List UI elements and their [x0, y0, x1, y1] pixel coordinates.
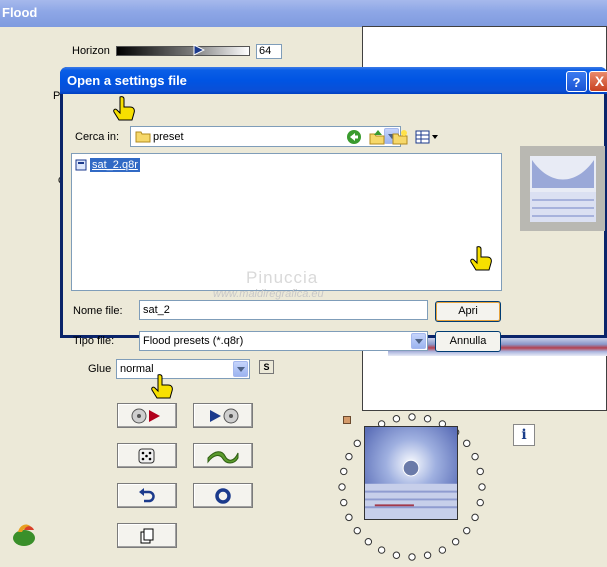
dialog-body: Cerca in: preset sat_2.q8r Nome file: sa… [63, 94, 605, 352]
dial-dot[interactable] [463, 439, 471, 448]
watermark-name: Pinuccia [246, 268, 319, 287]
horizon-value-field[interactable]: 64 [256, 44, 282, 59]
dial-dot[interactable] [476, 467, 484, 476]
folder-icon [135, 131, 151, 143]
dial-dot[interactable] [438, 546, 447, 554]
dialog-title-bar[interactable]: Open a settings file ? X [60, 67, 607, 94]
copy-button[interactable] [117, 523, 177, 548]
preset-preview-image [364, 426, 458, 520]
view-grid-icon [415, 130, 438, 144]
dial-dot[interactable] [423, 415, 432, 423]
chevron-down-icon[interactable] [233, 361, 248, 377]
copy-icon [140, 528, 154, 543]
info-button[interactable]: i [513, 424, 535, 446]
glue-select[interactable]: normal [116, 359, 250, 379]
up-folder-button[interactable] [368, 128, 386, 146]
hand-pointer-icon [151, 374, 173, 399]
dial-dot[interactable] [392, 415, 401, 423]
open-button[interactable]: Apri [435, 301, 501, 322]
dial-dot[interactable] [340, 467, 348, 476]
wave-icon [207, 450, 239, 463]
file-name-label: Nome file: [73, 305, 123, 317]
app-title: Flood [2, 5, 38, 20]
dial-dot[interactable] [345, 513, 353, 522]
up-folder-icon [369, 130, 385, 145]
dial-dot[interactable] [451, 538, 460, 546]
horizon-slider-thumb[interactable] [193, 44, 205, 56]
back-button[interactable] [345, 128, 363, 146]
new-folder-icon [392, 130, 408, 145]
back-arrow-icon [347, 130, 361, 144]
save-preset-button[interactable] [193, 403, 253, 428]
dial-dot[interactable] [478, 483, 486, 491]
dial-dot[interactable] [408, 413, 416, 421]
file-thumbnail [520, 146, 605, 231]
look-in-value: preset [153, 131, 184, 143]
cancel-button[interactable]: Annulla [435, 331, 501, 352]
dial-dot[interactable] [463, 526, 471, 535]
dial-dot[interactable] [364, 538, 373, 546]
load-preset-icon [131, 408, 160, 423]
file-icon [75, 159, 87, 170]
dial-handle[interactable] [343, 416, 351, 424]
hand-pointer-icon [113, 96, 135, 121]
app-title-bar [0, 0, 607, 27]
undo-icon [139, 487, 155, 502]
load-preset-button[interactable] [117, 403, 177, 428]
dial-dot[interactable] [476, 498, 484, 507]
new-folder-button[interactable] [391, 128, 409, 146]
look-in-label: Cerca in: [75, 131, 120, 143]
dial-dot[interactable] [353, 526, 361, 535]
close-button[interactable]: X [589, 71, 607, 92]
file-type-label: Tipo file: [73, 335, 115, 347]
random-button[interactable] [117, 443, 177, 468]
dial-dot[interactable] [345, 452, 353, 461]
ring-icon [215, 487, 231, 504]
dialog-title: Open a settings file [67, 73, 187, 88]
reset-button[interactable] [117, 483, 177, 508]
open-settings-dialog: Open a settings file ? X Cerca in: prese… [60, 67, 607, 352]
dial-dot[interactable] [408, 553, 416, 561]
view-menu-button[interactable] [415, 128, 439, 146]
wave-button[interactable] [193, 443, 253, 468]
file-name-input[interactable]: sat_2 [139, 300, 428, 320]
dial-dot[interactable] [338, 483, 346, 491]
hand-pointer-icon [470, 246, 492, 271]
dial-dot[interactable] [423, 551, 432, 559]
dial-dot[interactable] [377, 546, 386, 554]
watermark-url: www.maidiregrafica.eu [213, 288, 324, 300]
file-type-select[interactable]: Flood presets (*.q8r) [139, 331, 428, 351]
chevron-down-icon[interactable] [411, 333, 426, 349]
file-type-value: Flood presets (*.q8r) [143, 335, 244, 347]
dial-dot[interactable] [471, 513, 479, 522]
glue-label: Glue [88, 363, 112, 375]
save-preset-icon [210, 408, 239, 423]
glue-s-button[interactable]: S [259, 360, 274, 374]
list-item[interactable]: sat_2.q8r [75, 157, 140, 172]
dial-dot[interactable] [471, 452, 479, 461]
dial-dot[interactable] [353, 439, 361, 448]
horizon-slider[interactable] [116, 46, 250, 56]
flood-logo-icon [13, 524, 35, 546]
ring-button[interactable] [193, 483, 253, 508]
dice-icon [138, 448, 155, 463]
horizon-label: Horizon [72, 45, 110, 57]
help-button[interactable]: ? [566, 71, 587, 92]
dial-dot[interactable] [340, 498, 348, 507]
file-name: sat_2.q8r [90, 157, 140, 172]
dial-dot[interactable] [392, 551, 401, 559]
